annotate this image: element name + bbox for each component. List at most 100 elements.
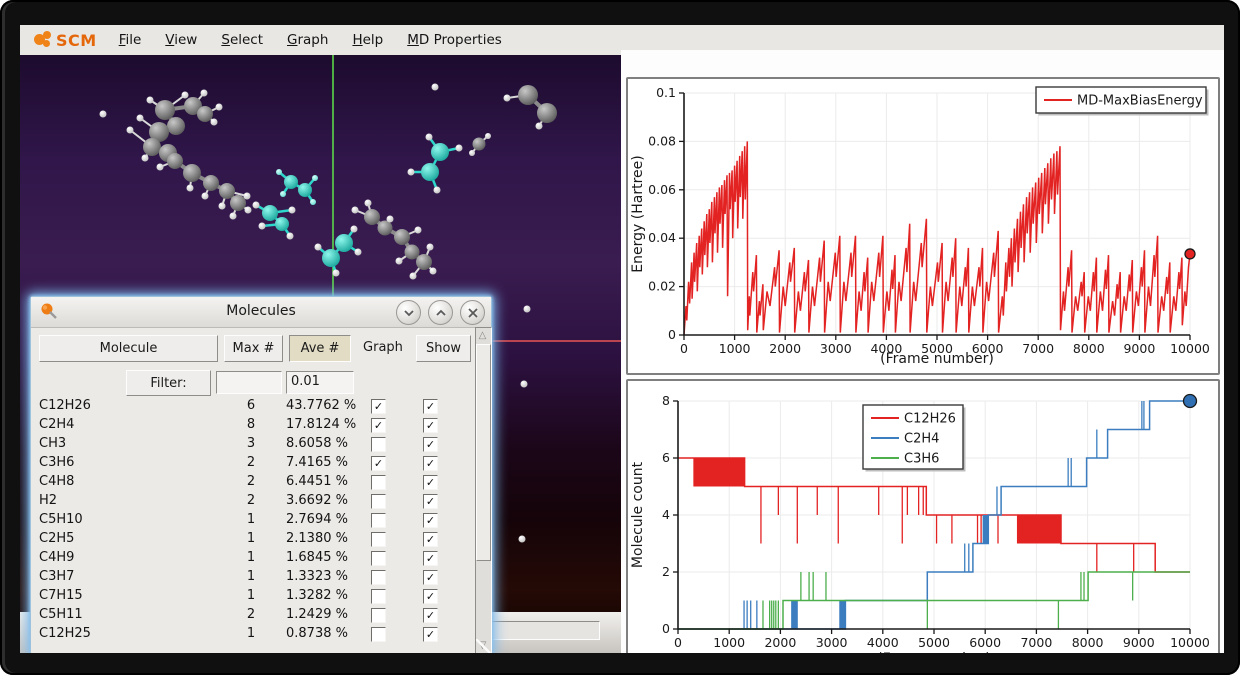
unshade-button[interactable] xyxy=(428,300,453,325)
ave-percent: 1.3282 % xyxy=(286,588,348,603)
svg-text:0.1: 0.1 xyxy=(656,85,676,100)
molecule-name: C5H10 xyxy=(39,512,83,527)
show-checkbox[interactable]: ✓ xyxy=(423,418,438,433)
ave-percent: 7.4165 % xyxy=(286,455,348,470)
close-icon[interactable] xyxy=(460,300,485,325)
max-count: 1 xyxy=(236,531,266,546)
show-checkbox[interactable]: ✓ xyxy=(423,475,438,490)
filter-button[interactable]: Filter: xyxy=(126,370,211,396)
show-checkbox[interactable]: ✓ xyxy=(423,494,438,509)
molecule-column-label: Molecule xyxy=(100,341,158,356)
graph-checkbox[interactable] xyxy=(371,513,386,528)
graph-checkbox[interactable] xyxy=(371,570,386,585)
show-checkbox[interactable]: ✓ xyxy=(423,608,438,623)
svg-text:8: 8 xyxy=(662,393,670,408)
graph-checkbox[interactable]: ✓ xyxy=(371,399,386,414)
table-row-CH3[interactable]: CH338.6058 %✓ xyxy=(31,435,471,454)
show-checkbox[interactable]: ✓ xyxy=(423,456,438,471)
molecule-name: C2H5 xyxy=(39,531,74,546)
resize-grip[interactable] xyxy=(476,639,491,653)
table-row-C2H5[interactable]: C2H512.1380 %✓ xyxy=(31,530,471,549)
menu-graph[interactable]: Graph xyxy=(287,32,328,48)
show-checkbox[interactable]: ✓ xyxy=(423,513,438,528)
table-row-C12H25[interactable]: C12H2510.8738 %✓ xyxy=(31,625,471,644)
svg-text:6000: 6000 xyxy=(969,635,1001,650)
molecule-name: C2H4 xyxy=(39,417,74,432)
show-checkbox[interactable]: ✓ xyxy=(423,627,438,642)
filter-threshold-input[interactable]: 0.01 xyxy=(286,371,354,394)
graph-checkbox[interactable] xyxy=(371,589,386,604)
menu-view[interactable]: View xyxy=(165,32,197,48)
menu-select[interactable]: Select xyxy=(221,32,263,48)
show-checkbox[interactable]: ✓ xyxy=(423,589,438,604)
graph-checkbox[interactable] xyxy=(371,551,386,566)
svg-text:9000: 9000 xyxy=(1123,635,1155,650)
table-row-C4H8[interactable]: C4H826.4451 %✓ xyxy=(31,473,471,492)
show-checkbox[interactable]: ✓ xyxy=(423,399,438,414)
molecule-name: C4H8 xyxy=(39,474,74,489)
table-row-C4H9[interactable]: C4H911.6845 %✓ xyxy=(31,549,471,568)
graph-checkbox[interactable] xyxy=(371,627,386,642)
scroll-up-icon[interactable]: △ xyxy=(476,328,489,343)
menu-file[interactable]: File xyxy=(119,32,142,48)
current-frame-marker[interactable] xyxy=(1184,395,1197,408)
molecule-name: C12H25 xyxy=(39,626,91,641)
show-column-button[interactable]: Show xyxy=(416,335,471,362)
window-content: SCM File View Select Graph Help MD Properties… xyxy=(20,25,1224,653)
ave-percent: 17.8124 % xyxy=(286,417,356,432)
graph-checkbox[interactable]: ✓ xyxy=(371,418,386,433)
max-count: 1 xyxy=(236,512,266,527)
show-checkbox[interactable]: ✓ xyxy=(423,570,438,585)
max-count: 2 xyxy=(236,607,266,622)
menu-help[interactable]: Help xyxy=(352,32,383,48)
ave-column-button[interactable]: Ave # xyxy=(289,335,351,362)
graph-checkbox[interactable] xyxy=(371,475,386,490)
svg-text:C12H26: C12H26 xyxy=(904,412,956,427)
scm-logo[interactable]: SCM xyxy=(34,30,97,50)
graph-checkbox[interactable] xyxy=(371,608,386,623)
ave-percent: 0.8738 % xyxy=(286,626,348,641)
filter-input[interactable] xyxy=(216,371,282,394)
molecule-name: C3H7 xyxy=(39,569,74,584)
max-count: 8 xyxy=(236,417,266,432)
table-row-C12H26[interactable]: C12H26643.7762 %✓✓ xyxy=(31,397,471,416)
svg-text:10000: 10000 xyxy=(1170,341,1210,356)
dialog-titlebar[interactable]: Molecules xyxy=(31,297,491,328)
table-row-C5H11[interactable]: C5H1121.2429 %✓ xyxy=(31,606,471,625)
shade-button[interactable] xyxy=(396,300,421,325)
svg-text:2: 2 xyxy=(662,564,670,579)
show-checkbox[interactable]: ✓ xyxy=(423,437,438,452)
molecule-count-chart-panel[interactable]: 0100020003000400050006000700080009000100… xyxy=(626,379,1220,653)
svg-text:8000: 8000 xyxy=(1073,341,1105,356)
table-row-C5H10[interactable]: C5H1012.7694 %✓ xyxy=(31,511,471,530)
energy-chart-panel[interactable]: 0100020003000400050006000700080009000100… xyxy=(626,77,1220,375)
graph-checkbox[interactable] xyxy=(371,437,386,452)
table-row-C7H15[interactable]: C7H1511.3282 %✓ xyxy=(31,587,471,606)
graph-checkbox[interactable] xyxy=(371,532,386,547)
menu-md-properties[interactable]: MD Properties xyxy=(407,32,502,48)
molecule-column-button[interactable]: Molecule xyxy=(39,335,218,362)
ave-column-label: Ave # xyxy=(301,341,340,356)
table-row-C3H6[interactable]: C3H627.4165 %✓✓ xyxy=(31,454,471,473)
current-frame-marker[interactable] xyxy=(1185,249,1195,259)
show-column-label: Show xyxy=(426,341,461,356)
svg-text:MD-MaxBiasEnergy: MD-MaxBiasEnergy xyxy=(1077,94,1203,109)
graph-checkbox[interactable]: ✓ xyxy=(371,456,386,471)
scrollbar-thumb[interactable] xyxy=(476,344,491,561)
ave-percent: 1.2429 % xyxy=(286,607,348,622)
svg-text:C2H4: C2H4 xyxy=(904,432,939,447)
max-count: 1 xyxy=(236,550,266,565)
graph-checkbox[interactable] xyxy=(371,494,386,509)
table-row-C3H7[interactable]: C3H711.3323 %✓ xyxy=(31,568,471,587)
show-checkbox[interactable]: ✓ xyxy=(423,532,438,547)
max-count: 2 xyxy=(236,455,266,470)
ave-percent: 1.6845 % xyxy=(286,550,348,565)
max-count: 2 xyxy=(236,474,266,489)
dialog-scrollbar[interactable]: △ ▽ xyxy=(475,327,492,653)
table-row-C2H4[interactable]: C2H4 8 17.8124 % ✓ ✓ xyxy=(31,416,471,435)
max-column-button[interactable]: Max # xyxy=(224,335,283,362)
molecule-name: C7H15 xyxy=(39,588,83,603)
svg-text:Molecule count: Molecule count xyxy=(630,461,646,568)
table-row-H2[interactable]: H223.6692 %✓ xyxy=(31,492,471,511)
show-checkbox[interactable]: ✓ xyxy=(423,551,438,566)
